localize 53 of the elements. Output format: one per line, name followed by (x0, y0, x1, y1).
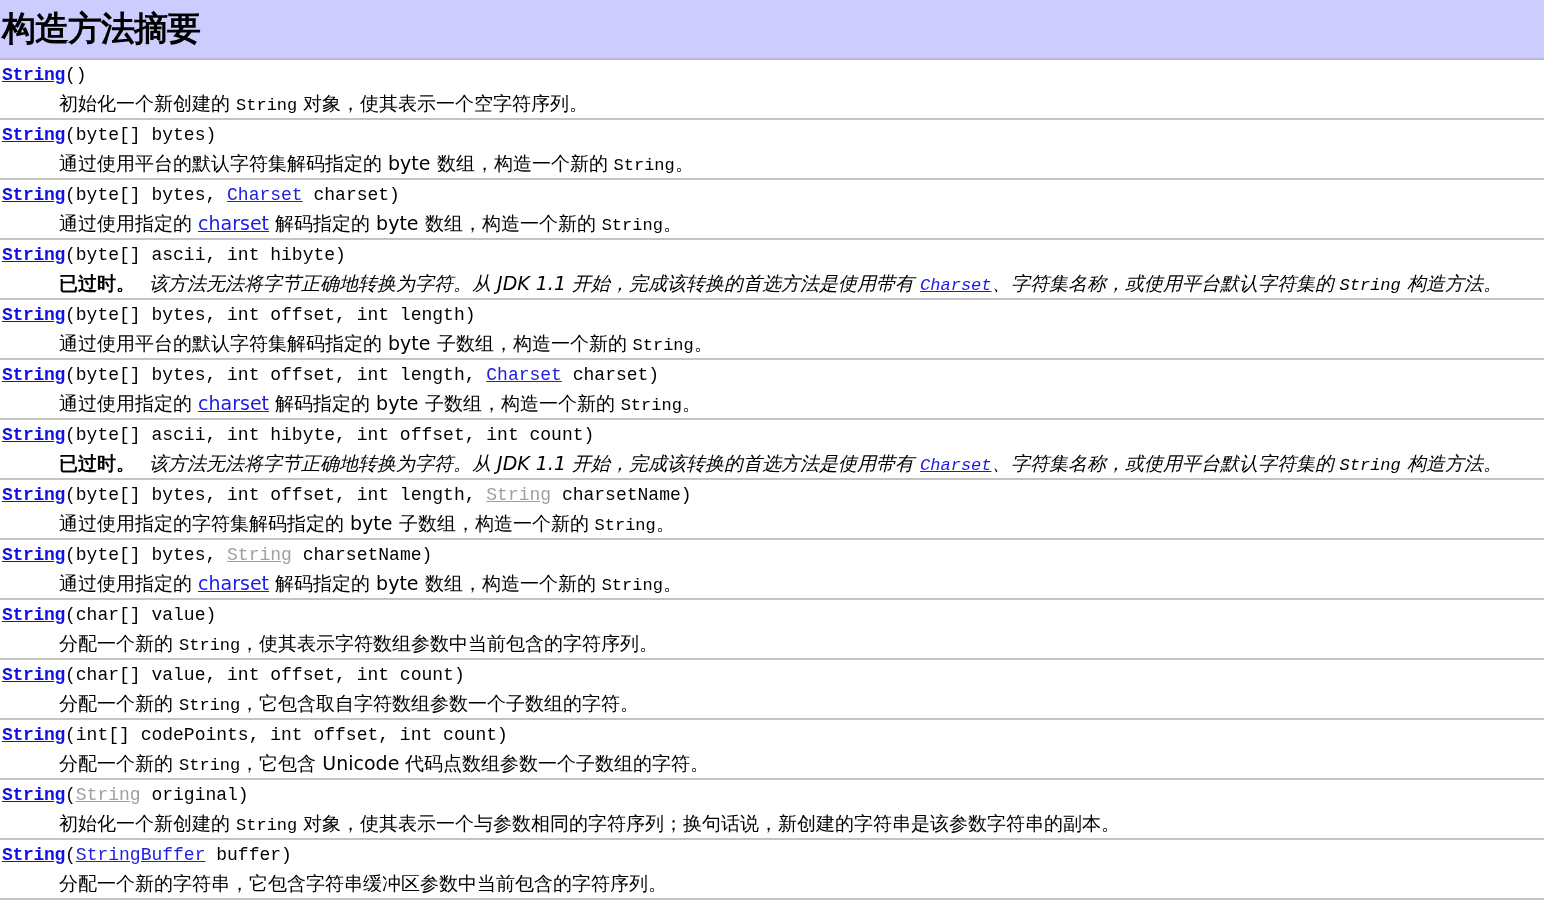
description-text: 通过使用平台的默认字符集解码指定的 byte 子数组，构造一个新的 String。 (59, 331, 713, 357)
constructor-signature: String(byte[] ascii, int hibyte, int offset, int count) (1, 424, 596, 447)
constructor-link[interactable]: String (2, 605, 65, 625)
constructor-link[interactable]: String (2, 785, 65, 805)
charset-link[interactable]: charset (198, 392, 270, 414)
charset-link[interactable]: Charset (920, 276, 992, 295)
deprecated-label: 已过时。 (59, 271, 135, 296)
constructor-link[interactable]: String (2, 545, 65, 565)
deprecated-label: 已过时。 (59, 451, 135, 476)
description-text: 通过使用指定的 charset 解码指定的 byte 数组，构造一个新的 String。 (59, 571, 682, 597)
constructor-signature: String(char[] value) (1, 604, 218, 627)
constructor-signature: String(byte[] bytes, int offset, int length, Charset charset) (1, 364, 661, 387)
type-link[interactable]: StringBuffer (75, 845, 206, 865)
description-text: 分配一个新的 String，使其表示字符数组参数中当前包含的字符序列。 (59, 631, 659, 657)
constructor-signature: String(char[] value, int offset, int count) (1, 664, 466, 687)
constructor-link[interactable]: String (2, 725, 65, 745)
constructor-signature: String(byte[] bytes, int offset, int length) (1, 304, 477, 327)
constructor-signature: String(byte[] bytes, Charset charset) (1, 184, 401, 207)
description-text: 分配一个新的字符串，它包含字符串缓冲区参数中当前包含的字符序列。 (59, 871, 667, 896)
charset-link[interactable]: charset (198, 212, 270, 234)
constructor-link[interactable]: String (2, 125, 65, 145)
description-text: 分配一个新的 String，它包含取自字符数组参数一个子数组的字符。 (59, 691, 640, 717)
constructor-signature: String(byte[] bytes, String charsetName) (1, 544, 434, 567)
constructor-signature: String() (1, 64, 88, 87)
constructor-link[interactable]: String (2, 245, 65, 265)
type-link[interactable]: Charset (227, 185, 303, 205)
constructor-link[interactable]: String (2, 485, 65, 505)
charset-link[interactable]: Charset (920, 456, 992, 475)
description-text: 初始化一个新创建的 String 对象，使其表示一个空字符序列。 (59, 91, 589, 117)
constructor-signature: String(byte[] bytes, int offset, int length, String charsetName) (1, 484, 693, 507)
constructor-link[interactable]: String (2, 665, 65, 685)
description-text: 通过使用指定的 charset 解码指定的 byte 数组，构造一个新的 String。 (59, 211, 682, 237)
description-text: 该方法无法将字节正确地转换为字符。从 JDK 1.1 开始，完成该转换的首选方法是使用带有 Charset、字符集名称，或使用平台默认字符集的 String 构造方法。 (149, 271, 1502, 297)
description-text: 分配一个新的 String，它包含 Unicode 代码点数组参数一个子数组的字符。 (59, 751, 710, 777)
constructor-link[interactable]: String (2, 65, 65, 85)
type-link[interactable]: Charset (486, 365, 562, 385)
description-text: 初始化一个新创建的 String 对象，使其表示一个与参数相同的字符序列；换句话说，新创建的字符串是该参数字符串的副本。 (59, 811, 1121, 837)
constructor-link[interactable]: String (2, 425, 65, 445)
constructor-signature: String(StringBuffer buffer) (1, 844, 293, 867)
constructor-signature: String(String original) (1, 784, 250, 807)
description-text: 通过使用平台的默认字符集解码指定的 byte 数组，构造一个新的 String。 (59, 151, 694, 177)
constructor-signature: String(byte[] ascii, int hibyte) (1, 244, 347, 267)
description-text: 通过使用指定的 charset 解码指定的 byte 子数组，构造一个新的 String。 (59, 391, 701, 417)
constructor-link[interactable]: String (2, 845, 65, 865)
constructor-signature: String(int[] codePoints, int offset, int count) (1, 724, 509, 747)
constructor-link[interactable]: String (2, 305, 65, 325)
constructor-link[interactable]: String (2, 365, 65, 385)
constructor-link[interactable]: String (2, 185, 65, 205)
section-title: 构造方法摘要 (2, 7, 200, 50)
description-text: 通过使用指定的字符集解码指定的 byte 子数组，构造一个新的 String。 (59, 511, 675, 537)
constructor-signature: String(byte[] bytes) (1, 124, 218, 147)
description-text: 该方法无法将字节正确地转换为字符。从 JDK 1.1 开始，完成该转换的首选方法是使用带有 Charset、字符集名称，或使用平台默认字符集的 String 构造方法。 (149, 451, 1502, 477)
charset-link[interactable]: charset (198, 572, 270, 594)
